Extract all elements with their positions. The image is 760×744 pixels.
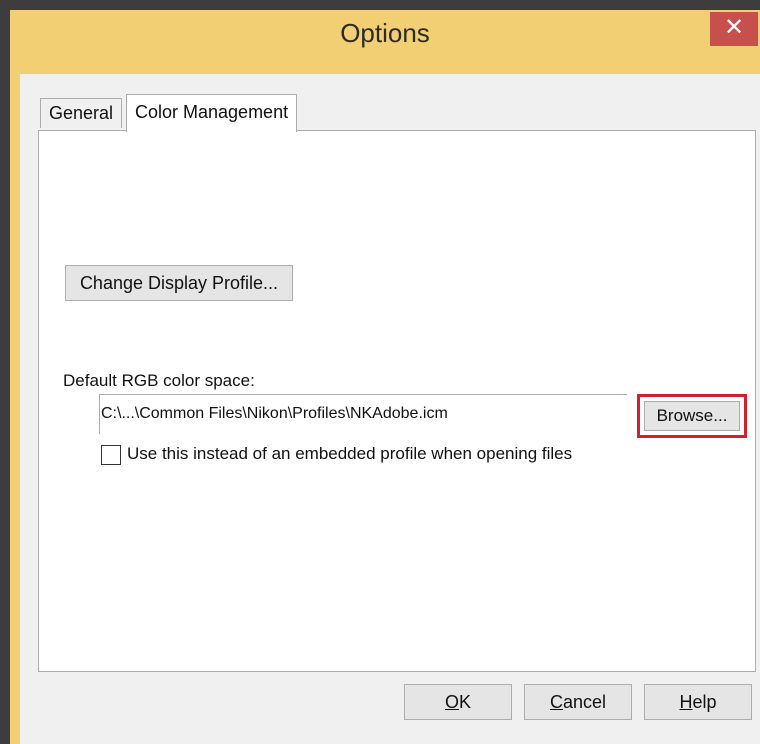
default-rgb-path-field[interactable]: C:\...\Common Files\Nikon\Profiles\NKAdo…: [99, 394, 627, 434]
close-icon: ✕: [723, 14, 745, 41]
cancel-button[interactable]: Cancel: [524, 684, 632, 720]
help-button[interactable]: Help: [644, 684, 752, 720]
browse-highlight-box: Browse...: [637, 394, 747, 438]
window-title: Options: [340, 18, 430, 48]
tab-general[interactable]: General: [40, 98, 123, 128]
options-window: Options ✕ General Color Management Chang…: [10, 10, 760, 744]
ok-mnemonic: O: [444, 692, 459, 712]
cancel-label-rest: ancel: [562, 692, 607, 712]
use-instead-label[interactable]: Use this instead of an embedded profile …: [127, 444, 572, 464]
ok-label-rest: K: [459, 692, 472, 712]
dialog-client: General Color Management Change Display …: [20, 74, 760, 744]
use-instead-checkbox[interactable]: [101, 445, 121, 465]
close-button[interactable]: ✕: [710, 12, 758, 46]
help-mnemonic: H: [679, 692, 693, 712]
help-label-rest: elp: [692, 692, 717, 712]
ok-button[interactable]: OK: [404, 684, 512, 720]
default-rgb-label: Default RGB color space:: [63, 371, 255, 390]
change-display-profile-button[interactable]: Change Display Profile...: [65, 265, 293, 301]
browse-button[interactable]: Browse...: [644, 401, 740, 431]
color-management-panel: Change Display Profile... Default RGB co…: [38, 130, 756, 672]
cancel-mnemonic: C: [549, 692, 563, 712]
tab-color-management[interactable]: Color Management: [126, 94, 298, 132]
